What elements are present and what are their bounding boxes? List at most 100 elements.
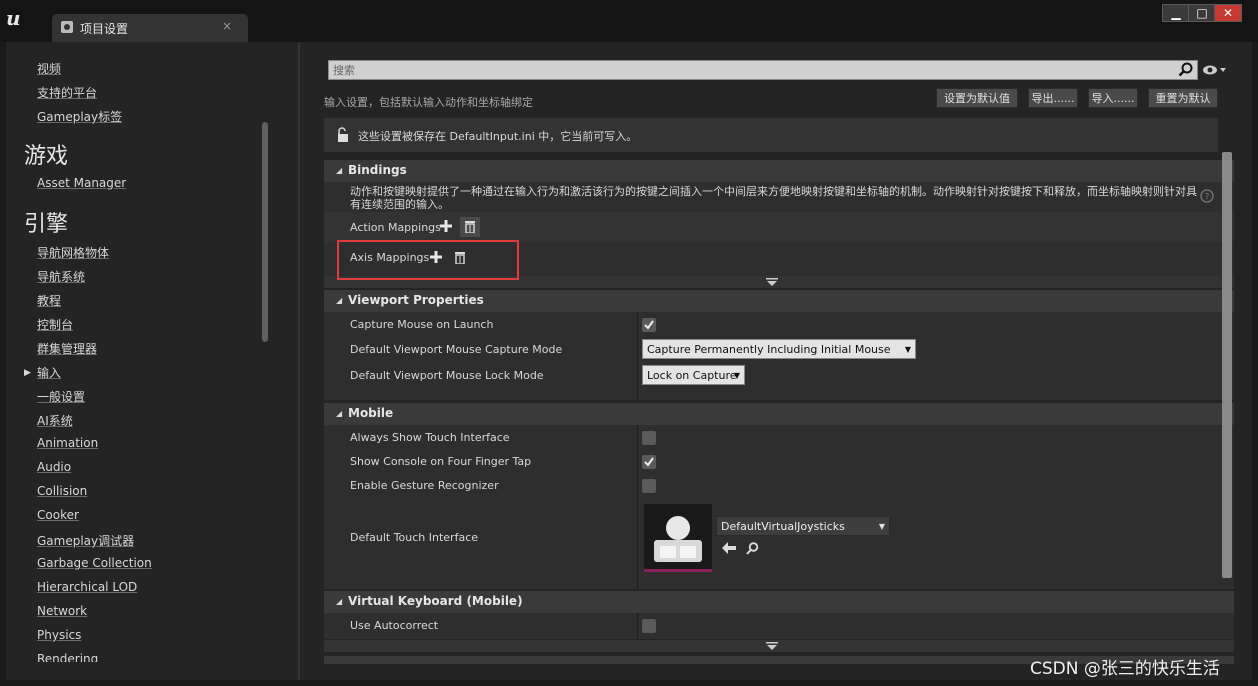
sidebar-item-input[interactable]: 输入 bbox=[37, 364, 61, 381]
virtual-keyboard-section-header[interactable]: ◢ Virtual Keyboard (Mobile) bbox=[324, 591, 1234, 613]
dropdown-arrow-icon: ▼ bbox=[878, 522, 885, 531]
virtual-keyboard-expand-row[interactable] bbox=[324, 640, 1234, 652]
sidebar-item-crowd-manager[interactable]: 群集管理器 bbox=[37, 340, 97, 357]
maximize-icon: □ bbox=[1196, 6, 1208, 20]
checkmark-icon bbox=[644, 320, 654, 330]
sidebar-item-network[interactable]: Network bbox=[37, 604, 87, 618]
tab-close-icon[interactable]: × bbox=[222, 19, 232, 33]
bindings-title: Bindings bbox=[348, 163, 407, 177]
expand-down-arrow-icon bbox=[766, 642, 778, 650]
highlight-box bbox=[337, 240, 519, 280]
touch-interface-label: Default Touch Interface bbox=[350, 531, 479, 544]
search-icon[interactable] bbox=[1178, 62, 1193, 77]
set-as-default-button[interactable]: 设置为默认值 bbox=[936, 88, 1018, 108]
capture-mouse-label: Capture Mouse on Launch bbox=[350, 318, 494, 331]
settings-gear-icon bbox=[61, 21, 73, 33]
show-console-checkbox[interactable] bbox=[642, 455, 656, 469]
minimize-button[interactable]: ▁ bbox=[1162, 4, 1190, 22]
sidebar-item-physics[interactable]: Physics bbox=[37, 628, 81, 642]
capture-mode-label: Default Viewport Mouse Capture Mode bbox=[350, 343, 563, 356]
close-icon: ✕ bbox=[1222, 6, 1234, 20]
sidebar-item-cooker[interactable]: Cooker bbox=[37, 508, 79, 522]
autocorrect-label: Use Autocorrect bbox=[350, 619, 439, 632]
lock-mode-label: Default Viewport Mouse Lock Mode bbox=[350, 369, 544, 382]
panel-splitter[interactable] bbox=[298, 42, 300, 680]
lock-mode-select[interactable]: Lock on Capture ▼ bbox=[642, 365, 745, 385]
autocorrect-row: Use Autocorrect bbox=[324, 613, 1234, 639]
viewport-title: Viewport Properties bbox=[348, 293, 484, 307]
delete-action-mappings-button[interactable] bbox=[460, 217, 480, 237]
sidebar-item-garbage-collection[interactable]: Garbage Collection bbox=[37, 556, 152, 570]
use-selected-arrow-icon[interactable] bbox=[722, 542, 736, 554]
touch-interface-select[interactable]: DefaultVirtualJoysticks ▼ bbox=[716, 516, 890, 536]
settings-description: 输入设置，包括默认输入动作和坐标轴绑定 bbox=[324, 96, 533, 109]
export-button[interactable]: 导出...... bbox=[1028, 88, 1078, 108]
column-divider[interactable] bbox=[637, 425, 638, 589]
svg-text:?: ? bbox=[1205, 193, 1210, 203]
action-mappings-row: Action Mappings bbox=[324, 212, 1234, 242]
sidebar-item-asset-manager[interactable]: Asset Manager bbox=[37, 176, 126, 190]
sidebar-item-console[interactable]: 控制台 bbox=[37, 316, 73, 333]
expand-down-arrow-icon bbox=[766, 278, 778, 286]
minimize-icon: ▁ bbox=[1171, 6, 1181, 20]
add-action-mapping-icon[interactable] bbox=[440, 220, 452, 232]
details-scrollbar[interactable] bbox=[1222, 152, 1232, 578]
collapse-arrow-icon: ◢ bbox=[336, 296, 343, 305]
sidebar-item-platforms[interactable]: 支持的平台 bbox=[37, 84, 97, 101]
viewport-section-header[interactable]: ◢ Viewport Properties bbox=[324, 290, 1234, 312]
column-divider[interactable] bbox=[637, 312, 638, 400]
sidebar-item-nav-system[interactable]: 导航系统 bbox=[37, 268, 85, 285]
dropdown-arrow-icon: ▼ bbox=[733, 371, 740, 380]
sidebar-item-ai-system[interactable]: AI系统 bbox=[37, 412, 73, 429]
gesture-recognizer-label: Enable Gesture Recognizer bbox=[350, 479, 499, 492]
help-icon[interactable]: ? bbox=[1200, 189, 1214, 203]
column-divider[interactable] bbox=[637, 613, 638, 639]
sidebar-item-hierarchical-lod[interactable]: Hierarchical LOD bbox=[37, 580, 137, 594]
lock-mode-value: Lock on Capture bbox=[647, 369, 737, 382]
unlock-icon bbox=[338, 127, 348, 142]
gesture-recognizer-checkbox[interactable] bbox=[642, 479, 656, 493]
show-console-label: Show Console on Four Finger Tap bbox=[350, 455, 532, 468]
bindings-description-line2: 有连续范围的输入。 bbox=[350, 198, 449, 211]
sidebar-item-general-settings[interactable]: 一般设置 bbox=[37, 388, 85, 405]
sidebar-heading-game: 游戏 bbox=[24, 144, 69, 169]
capture-mouse-checkbox[interactable] bbox=[642, 318, 656, 332]
autocorrect-checkbox[interactable] bbox=[642, 619, 656, 633]
reset-to-default-button[interactable]: 重置为默认 bbox=[1148, 88, 1218, 108]
sidebar-item-audio[interactable]: Audio bbox=[37, 460, 71, 474]
always-show-touch-checkbox[interactable] bbox=[642, 431, 656, 445]
sidebar-item-navmesh[interactable]: 导航网格物体 bbox=[37, 244, 109, 261]
mobile-section-header[interactable]: ◢ Mobile bbox=[324, 403, 1234, 425]
collapse-arrow-icon: ◢ bbox=[336, 597, 343, 606]
sidebar-item-video[interactable]: 视频 bbox=[37, 60, 61, 77]
sidebar-item-animation[interactable]: Animation bbox=[37, 436, 98, 450]
notice-text: 这些设置被保存在 DefaultInput.ini 中，它当前可写入。 bbox=[358, 130, 638, 143]
sidebar-item-collision[interactable]: Collision bbox=[37, 484, 87, 498]
sidebar-item-gameplay-debugger[interactable]: Gameplay调试器 bbox=[37, 532, 134, 549]
browse-search-icon[interactable] bbox=[746, 542, 759, 555]
touch-interface-thumbnail[interactable] bbox=[644, 504, 712, 572]
sidebar-item-tutorials[interactable]: 教程 bbox=[37, 292, 61, 309]
sidebar-heading-engine: 引擎 bbox=[24, 212, 69, 237]
mobile-title: Mobile bbox=[348, 406, 394, 420]
search-input[interactable] bbox=[333, 62, 1173, 78]
sidebar-scrollbar[interactable] bbox=[262, 122, 268, 342]
dropdown-arrow-icon: ▼ bbox=[904, 345, 911, 354]
bindings-section-header[interactable]: ◢ Bindings bbox=[324, 160, 1234, 182]
search-box bbox=[328, 60, 1198, 80]
config-file-notice: 这些设置被保存在 DefaultInput.ini 中，它当前可写入。 bbox=[324, 118, 1218, 152]
sidebar-item-gameplay-tags[interactable]: Gameplay标签 bbox=[37, 108, 122, 125]
sidebar-item-rendering[interactable]: Rendering bbox=[37, 652, 98, 662]
bindings-description: 动作和按键映射提供了一种通过在输入行为和激活该行为的按键之间插入一个中间层来方便… bbox=[350, 185, 1197, 198]
touch-interface-value: DefaultVirtualJoysticks bbox=[721, 520, 845, 533]
bindings-description-row: 动作和按键映射提供了一种通过在输入行为和激活该行为的按键之间插入一个中间层来方便… bbox=[324, 182, 1234, 212]
action-mappings-label: Action Mappings bbox=[350, 221, 441, 234]
import-button[interactable]: 导入...... bbox=[1088, 88, 1138, 108]
tab-project-settings[interactable]: 项目设置 × bbox=[52, 14, 248, 42]
capture-mode-select[interactable]: Capture Permanently Including Initial Mo… bbox=[642, 339, 916, 376]
maximize-button[interactable]: □ bbox=[1188, 4, 1216, 22]
close-window-button[interactable]: ✕ bbox=[1214, 4, 1242, 22]
collapse-arrow-icon: ◢ bbox=[336, 409, 343, 418]
collapse-arrow-icon: ◢ bbox=[336, 166, 343, 175]
view-options-eye-icon[interactable] bbox=[1202, 63, 1226, 77]
